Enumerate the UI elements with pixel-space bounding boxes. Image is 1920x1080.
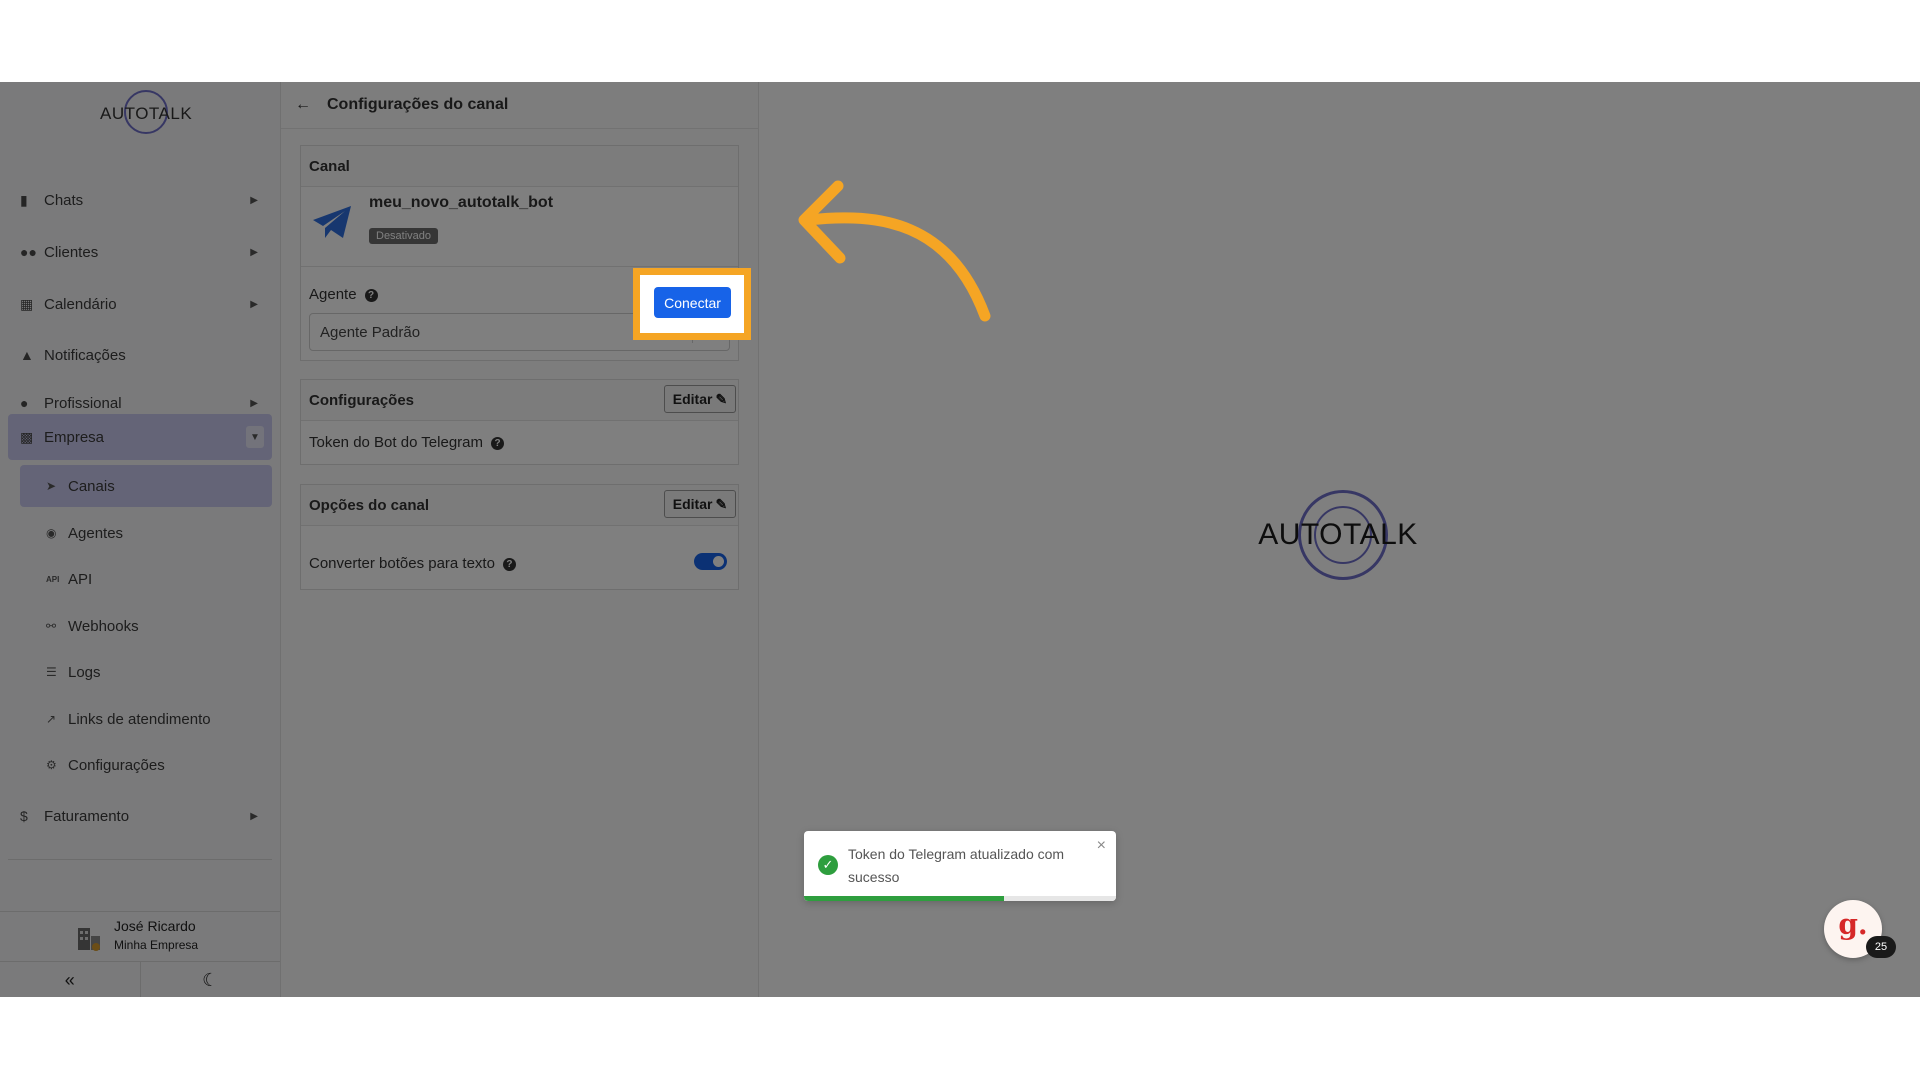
app-window: AUTOTALK ▮ Chats ▶ ●● Clientes ▶ ▦ Calen… <box>0 82 1920 997</box>
notification-count-badge: 25 <box>1866 936 1896 958</box>
toast-progress-bar <box>804 896 1004 901</box>
toast-message: Token do Telegram atualizado com sucesso <box>848 846 1065 885</box>
close-icon[interactable]: × <box>1097 837 1106 855</box>
check-circle-icon: ✓ <box>818 855 838 875</box>
help-widget[interactable]: g. 25 <box>1824 900 1896 958</box>
success-toast: ✓ Token do Telegram atualizado com suces… <box>804 831 1116 901</box>
